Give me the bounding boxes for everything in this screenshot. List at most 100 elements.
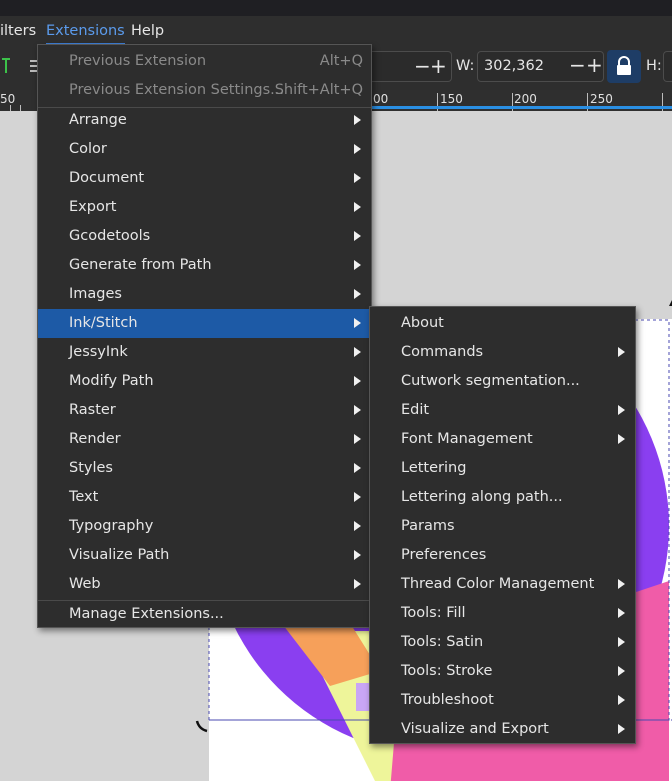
- menu-item-label: Params: [401, 518, 455, 534]
- ruler-label: 150: [440, 92, 463, 106]
- submenu-arrow-icon: [618, 347, 625, 357]
- menu-item-label: Gcodetools: [69, 228, 151, 244]
- y-plus-button[interactable]: +: [430, 52, 447, 80]
- submenu-arrow-icon: [618, 666, 625, 676]
- menu-item-label: Tools: Stroke: [401, 663, 493, 679]
- menu-item-label: Previous Extension: [69, 53, 207, 69]
- menu-item-label: Previous Extension Settings...: [69, 82, 284, 98]
- menu-item-raster[interactable]: Raster: [38, 396, 371, 425]
- y-minus-button[interactable]: −: [414, 52, 431, 80]
- submenu-arrow-icon: [618, 579, 625, 589]
- menu-item-modify-path[interactable]: Modify Path: [38, 367, 371, 396]
- menu-item-label: Preferences: [401, 547, 487, 563]
- menu-item-arrange[interactable]: Arrange: [38, 106, 371, 135]
- submenu-item-lettering[interactable]: Lettering: [370, 454, 635, 483]
- menu-item-previous-extension-settings[interactable]: Previous Extension Settings... Shift+Alt…: [38, 76, 371, 105]
- menu-item-ink-stitch[interactable]: Ink/Stitch: [38, 309, 371, 338]
- submenu-arrow-icon: [354, 579, 361, 589]
- menu-item-label: Lettering: [401, 460, 467, 476]
- width-field[interactable]: 302,362 − +: [477, 51, 604, 82]
- submenu-item-troubleshoot[interactable]: Troubleshoot: [370, 686, 635, 715]
- menu-item-typography[interactable]: Typography: [38, 512, 371, 541]
- menu-item-label: About: [401, 315, 444, 331]
- menu-filters[interactable]: ilters: [0, 16, 36, 45]
- submenu-item-tools-fill[interactable]: Tools: Fill: [370, 599, 635, 628]
- menu-item-label: Visualize Path: [69, 547, 170, 563]
- width-value[interactable]: 302,362: [484, 52, 544, 81]
- menu-item-generate-from-path[interactable]: Generate from Path: [38, 251, 371, 280]
- menu-item-export[interactable]: Export: [38, 193, 371, 222]
- submenu-item-cutwork-segmentation[interactable]: Cutwork segmentation...: [370, 367, 635, 396]
- rotate-handle: [195, 720, 208, 733]
- submenu-item-font-management[interactable]: Font Management: [370, 425, 635, 454]
- height-field[interactable]: [663, 51, 672, 82]
- menu-item-visualize-path[interactable]: Visualize Path: [38, 541, 371, 570]
- menu-item-label: Modify Path: [69, 373, 154, 389]
- width-plus-button[interactable]: +: [586, 52, 603, 79]
- align-icon[interactable]: [0, 57, 12, 77]
- menu-item-label: Web: [69, 576, 101, 592]
- submenu-arrow-icon: [618, 695, 625, 705]
- menu-item-label: Visualize and Export: [401, 721, 549, 737]
- menu-item-label: Raster: [69, 402, 116, 418]
- menu-item-label: Ink/Stitch: [69, 315, 138, 331]
- submenu-arrow-icon: [354, 318, 361, 328]
- submenu-arrow-icon: [354, 202, 361, 212]
- submenu-arrow-icon: [354, 521, 361, 531]
- menu-item-text[interactable]: Text: [38, 483, 371, 512]
- width-label: W:: [456, 58, 475, 74]
- submenu-arrow-icon: [618, 724, 625, 734]
- submenu-arrow-icon: [618, 434, 625, 444]
- submenu-item-tools-stroke[interactable]: Tools: Stroke: [370, 657, 635, 686]
- menu-item-label: Tools: Fill: [401, 605, 466, 621]
- menubar: ilters Extensions Help: [0, 16, 672, 45]
- menu-item-document[interactable]: Document: [38, 164, 371, 193]
- height-label: H:: [646, 58, 662, 74]
- ruler-label: 200: [514, 92, 537, 106]
- menu-item-label: Render: [69, 431, 121, 447]
- submenu-item-visualize-and-export[interactable]: Visualize and Export: [370, 715, 635, 744]
- menu-item-gcodetools[interactable]: Gcodetools: [38, 222, 371, 251]
- submenu-arrow-icon: [618, 608, 625, 618]
- menu-item-label: JessyInk: [69, 344, 128, 360]
- y-field[interactable]: − +: [372, 51, 452, 82]
- menu-item-label: Edit: [401, 402, 430, 418]
- submenu-item-tools-satin[interactable]: Tools: Satin: [370, 628, 635, 657]
- menu-item-jessyink[interactable]: JessyInk: [38, 338, 371, 367]
- ruler-label: 250: [590, 92, 613, 106]
- extensions-menu: Previous Extension Alt+Q Previous Extens…: [37, 44, 372, 628]
- submenu-arrow-icon: [354, 144, 361, 154]
- submenu-item-preferences[interactable]: Preferences: [370, 541, 635, 570]
- submenu-arrow-icon: [354, 231, 361, 241]
- menu-item-manage-extensions[interactable]: Manage Extensions...: [38, 600, 371, 629]
- ruler-selection-indicator: [370, 106, 672, 109]
- menu-item-label: Generate from Path: [69, 257, 212, 273]
- menu-help[interactable]: Help: [131, 16, 164, 45]
- width-minus-button[interactable]: −: [569, 52, 586, 79]
- submenu-arrow-icon: [354, 347, 361, 357]
- ink-stitch-submenu: About Commands Cutwork segmentation... E…: [369, 306, 636, 744]
- menu-item-label: Lettering along path...: [401, 489, 563, 505]
- submenu-arrow-icon: [354, 492, 361, 502]
- menu-item-label: Styles: [69, 460, 113, 476]
- menu-item-images[interactable]: Images: [38, 280, 371, 309]
- submenu-item-edit[interactable]: Edit: [370, 396, 635, 425]
- menu-item-styles[interactable]: Styles: [38, 454, 371, 483]
- menu-item-web[interactable]: Web: [38, 570, 371, 599]
- submenu-arrow-icon: [618, 637, 625, 647]
- submenu-arrow-icon: [354, 376, 361, 386]
- lock-ratio-button[interactable]: [607, 50, 641, 83]
- submenu-item-about[interactable]: About: [370, 309, 635, 338]
- submenu-arrow-icon: [354, 550, 361, 560]
- menu-item-previous-extension[interactable]: Previous Extension Alt+Q: [38, 47, 371, 76]
- menu-item-render[interactable]: Render: [38, 425, 371, 454]
- menu-item-color[interactable]: Color: [38, 135, 371, 164]
- menu-item-label: Typography: [69, 518, 154, 534]
- submenu-item-thread-color-management[interactable]: Thread Color Management: [370, 570, 635, 599]
- menu-extensions[interactable]: Extensions: [46, 16, 125, 45]
- menu-item-label: Arrange: [69, 112, 127, 128]
- submenu-item-lettering-along-path[interactable]: Lettering along path...: [370, 483, 635, 512]
- submenu-item-params[interactable]: Params: [370, 512, 635, 541]
- submenu-item-commands[interactable]: Commands: [370, 338, 635, 367]
- menu-item-label: Troubleshoot: [401, 692, 494, 708]
